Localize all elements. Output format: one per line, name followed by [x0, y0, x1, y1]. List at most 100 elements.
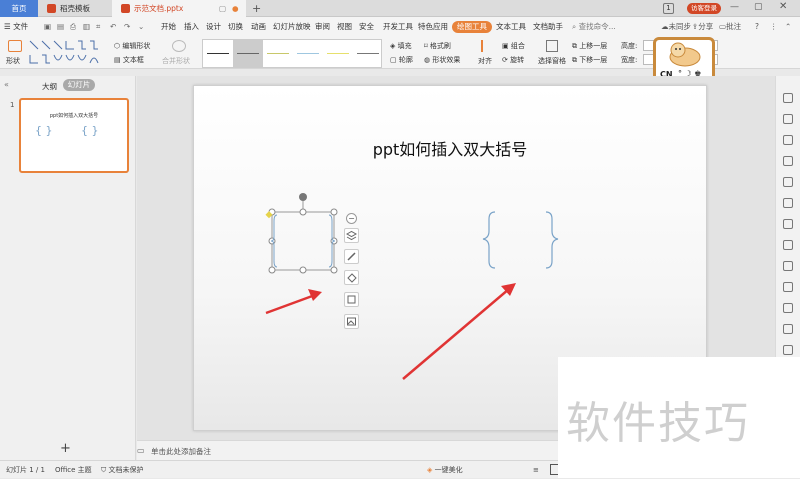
theme-name[interactable]: Office 主题: [55, 461, 92, 479]
bring-forward-button[interactable]: ⧉ 上移一层: [572, 41, 607, 51]
notes-toggle-icon[interactable]: ≡: [533, 461, 539, 479]
menu-tab-transition[interactable]: 切换: [228, 17, 243, 37]
sidebar-shape-icon[interactable]: [783, 135, 793, 145]
sidebar-animation-icon[interactable]: [783, 177, 793, 187]
help-icon[interactable]: ?: [755, 17, 759, 37]
group-button[interactable]: ▣ 组合: [502, 41, 525, 51]
print-preview-icon[interactable]: ▥: [83, 17, 90, 37]
notes-placeholder[interactable]: 单击此处添加备注: [151, 446, 211, 457]
merge-shape-button[interactable]: 合并形状: [162, 56, 190, 66]
tab-document[interactable]: 示范文档.pptx ▢ ●: [112, 0, 246, 17]
comment-button[interactable]: ▭批注: [719, 17, 741, 37]
sidebar-select-icon[interactable]: [783, 93, 793, 103]
sidebar-picture-icon[interactable]: [783, 345, 793, 355]
fill-icon: ◈: [390, 42, 398, 50]
thumbnail-title: ppt如何插入双大括号: [49, 113, 99, 119]
beautify-label: 一键美化: [434, 466, 463, 474]
fill-tool-button[interactable]: [344, 270, 359, 285]
shape-effect-button[interactable]: ◍ 形状效果: [424, 55, 460, 65]
beautify-button[interactable]: ◈ 一键美化: [427, 461, 463, 479]
undo-icon[interactable]: ↶: [110, 17, 116, 37]
menu-tab-developer[interactable]: 开发工具: [383, 17, 413, 37]
menu-tab-features[interactable]: 特色应用: [418, 17, 448, 37]
line-style-6[interactable]: [353, 40, 383, 67]
close-icon[interactable]: ✕: [779, 1, 787, 12]
window-tab-bar: 首页 稻壳模板 示范文档.pptx ▢ ● + 1 访客登录 — ▢ ✕: [0, 0, 800, 17]
layers-tool-button[interactable]: [344, 228, 359, 243]
minimize-icon[interactable]: —: [730, 2, 739, 12]
rotate-label: 旋转: [510, 56, 525, 64]
new-tab-button[interactable]: +: [252, 0, 261, 17]
tab-docer-templates[interactable]: 稻壳模板: [40, 0, 112, 17]
menu-tab-text-tools[interactable]: 文本工具: [496, 17, 526, 37]
docer-icon: [47, 4, 56, 13]
fill-button[interactable]: ◈ 填充: [390, 41, 412, 51]
page-count-badge[interactable]: 1: [663, 3, 674, 14]
select-pane-button[interactable]: 选择窗格: [538, 56, 566, 66]
file-menu[interactable]: ☰ 文件: [4, 17, 28, 37]
more-options-icon[interactable]: ⋮: [770, 17, 778, 37]
share-button[interactable]: ⇪分享: [692, 17, 713, 37]
menu-tab-design[interactable]: 设计: [206, 17, 221, 37]
menu-tab-drawing-tools[interactable]: 绘图工具: [452, 21, 492, 33]
print-icon[interactable]: ⎙: [70, 17, 76, 37]
outline-view-tab[interactable]: 大纲: [42, 81, 57, 92]
edit-shape-button[interactable]: ⬡ 编辑形状: [114, 41, 150, 51]
shape-effect-label: 形状效果: [432, 56, 461, 64]
menu-tab-review[interactable]: 审阅: [315, 17, 330, 37]
line-style-2[interactable]: [233, 40, 263, 67]
sidebar-layout-icon[interactable]: [783, 198, 793, 208]
align-button[interactable]: 对齐: [478, 56, 492, 66]
command-search[interactable]: ⌕ 查找命令...: [572, 17, 616, 37]
edit-shape-label: 编辑形状: [122, 42, 151, 50]
line-style-3[interactable]: [263, 40, 293, 67]
tab-home[interactable]: 首页: [0, 0, 38, 17]
menu-tab-slideshow[interactable]: 幻灯片放映: [273, 17, 311, 37]
save-icon[interactable]: ▣: [44, 17, 51, 37]
maximize-icon[interactable]: ▢: [754, 2, 763, 12]
output-pdf-icon[interactable]: ▤: [57, 17, 64, 37]
line-shapes-gallery[interactable]: [28, 39, 106, 67]
text-box-button[interactable]: ▤ 文本框: [114, 55, 144, 65]
collapse-float-toolbar-icon[interactable]: −: [346, 213, 357, 224]
sidebar-archive-icon[interactable]: [783, 303, 793, 313]
sidebar-share-icon[interactable]: [783, 324, 793, 334]
menu-tab-animation[interactable]: 动画: [251, 17, 266, 37]
add-slide-button[interactable]: +: [60, 441, 71, 456]
menu-tab-insert[interactable]: 插入: [184, 17, 199, 37]
sidebar-copy-icon[interactable]: [783, 114, 793, 124]
tab-restore-icon[interactable]: ▢: [219, 0, 226, 17]
menu-tab-security[interactable]: 安全: [359, 17, 374, 37]
edit-tool-button[interactable]: [344, 249, 359, 264]
format-painter-button[interactable]: ⌑ 格式刷: [424, 41, 451, 51]
collapse-panel-icon[interactable]: «: [4, 80, 9, 89]
format-painter-quick-icon[interactable]: ⌗: [96, 17, 100, 37]
slide-thumbnail-1[interactable]: ppt如何插入双大括号 { } { }: [19, 98, 129, 173]
tab-unsaved-dot-icon[interactable]: ●: [232, 0, 239, 17]
picture-tool-button[interactable]: [344, 314, 359, 329]
send-backward-button[interactable]: ⧉ 下移一层: [572, 55, 607, 65]
sidebar-fill-icon[interactable]: [783, 156, 793, 166]
login-button[interactable]: 访客登录: [687, 3, 721, 14]
curve-shape-2: [65, 54, 75, 61]
line-style-5[interactable]: [323, 40, 353, 67]
menu-tab-view[interactable]: 视图: [337, 17, 352, 37]
doc-protection-status[interactable]: ⛉ 文档未保护: [101, 461, 143, 479]
outline-tool-button[interactable]: [344, 292, 359, 307]
outline-button[interactable]: ▢ 轮廓: [390, 55, 413, 65]
line-style-4[interactable]: [293, 40, 323, 67]
sidebar-transition-icon[interactable]: [783, 240, 793, 250]
sidebar-chart-icon[interactable]: [783, 219, 793, 229]
shape-button[interactable]: 形状: [6, 56, 20, 66]
quick-access-more-icon[interactable]: ⌄: [138, 17, 144, 37]
sidebar-export-icon[interactable]: [783, 261, 793, 271]
rotate-button[interactable]: ⟳ 旋转: [502, 55, 524, 65]
menu-tab-home[interactable]: 开始: [161, 17, 176, 37]
collapse-ribbon-icon[interactable]: ⌃: [785, 17, 791, 37]
slides-view-tab[interactable]: 幻灯片: [63, 79, 95, 91]
sync-status[interactable]: ☁未同步: [661, 17, 691, 37]
sidebar-media-icon[interactable]: [783, 282, 793, 292]
redo-icon[interactable]: ↷: [124, 17, 130, 37]
line-style-1[interactable]: [203, 40, 233, 67]
menu-tab-doc-assistant[interactable]: 文档助手: [533, 17, 563, 37]
